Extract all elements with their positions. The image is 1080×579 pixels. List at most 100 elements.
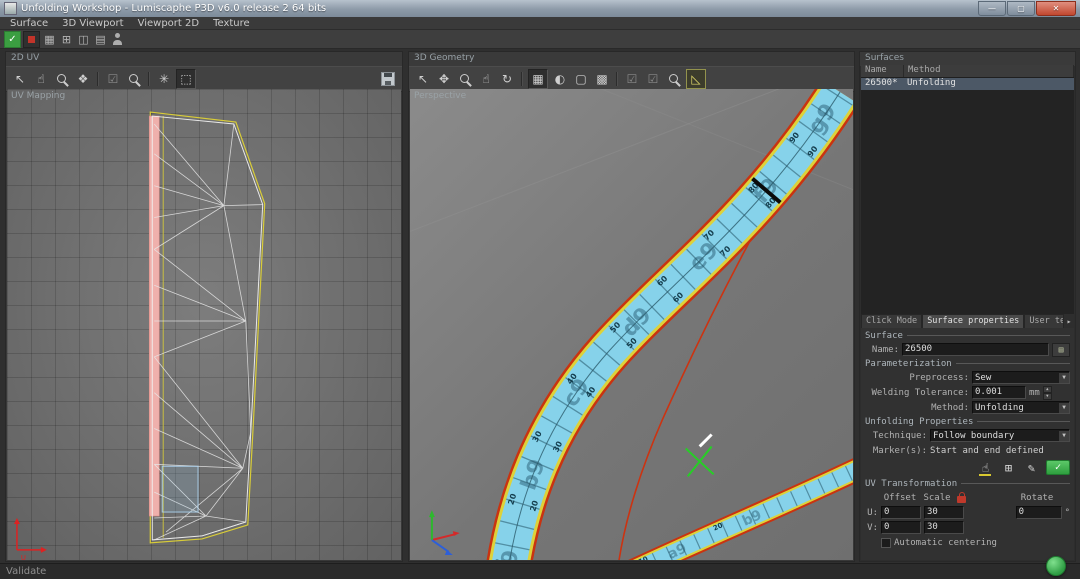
chevron-down-icon: ▼ [1059, 373, 1069, 383]
user-icon[interactable] [110, 32, 125, 47]
minimize-button[interactable]: — [978, 1, 1006, 16]
markers-confirm-button[interactable]: ✓ [1046, 460, 1070, 475]
markers-label: Marker(s): [865, 446, 927, 456]
rotate-header: Rotate [1013, 493, 1061, 503]
marker-points-icon[interactable]: ⊞ [1000, 460, 1017, 476]
texture-picker-button[interactable]: ▤ [1052, 343, 1070, 357]
menubar: Surface 3D Viewport Viewport 2D Texture [0, 17, 1080, 30]
uvt-header-row: Offset Scale Rotate [861, 490, 1074, 505]
show-texture-toggle-icon[interactable]: ☑ [104, 70, 122, 88]
spin-down-icon[interactable]: ▼ [1043, 393, 1052, 400]
textured-shading-icon[interactable]: ▦ [528, 69, 548, 89]
zoom-region-icon[interactable] [665, 70, 683, 88]
geometry-canvas: a9 b9 10 20 a9 b9 c9 d9 e9 f9 g9 10 20 3… [410, 89, 853, 560]
scale-header: Scale [922, 493, 952, 503]
menu-texture[interactable]: Texture [206, 17, 257, 29]
technique-dropdown[interactable]: Follow boundary ▼ [930, 429, 1070, 442]
welding-tolerance-field[interactable] [972, 386, 1026, 399]
panel-2d-uv-title: 2D UV [6, 52, 402, 66]
method-dropdown[interactable]: Unfolding ▼ [972, 401, 1070, 414]
translate-tool-icon[interactable]: ✥ [435, 70, 453, 88]
name-row: Name: ▤ [861, 342, 1074, 357]
notification-icon[interactable] [1046, 556, 1066, 576]
group-parameterization: Parameterization [861, 357, 1074, 370]
menu-3d-viewport[interactable]: 3D Viewport [55, 17, 130, 29]
surface-name-cell: 26500* [861, 78, 903, 90]
link-view-icon[interactable]: ❖ [74, 70, 92, 88]
snap-snowflake-icon[interactable]: ✳ [155, 70, 173, 88]
menu-surface[interactable]: Surface [3, 17, 55, 29]
auto-centering-row: Automatic centering [861, 535, 1074, 550]
scale-lock-icon[interactable] [957, 496, 966, 503]
validate-check-icon[interactable]: ✓ [4, 31, 21, 48]
welding-label: Welding Tolerance: [865, 388, 969, 398]
validate-action[interactable]: Validate [6, 566, 46, 577]
surfaces-table: Name Method 26500* Unfolding [861, 65, 1074, 314]
properties-tabbar: Click Mode Surface properties User text … [861, 314, 1074, 329]
split-rows-icon[interactable]: ▤ [93, 32, 108, 47]
select-tool-icon[interactable]: ↖ [11, 70, 29, 88]
save-uv-button[interactable] [379, 70, 397, 88]
preprocess-dropdown[interactable]: Sew ▼ [972, 371, 1070, 384]
red-square-icon [28, 36, 35, 43]
u-offset-field[interactable] [881, 506, 921, 519]
tab-surface-properties[interactable]: Surface properties [922, 314, 1024, 328]
uv-viewport[interactable]: UV Mapping U [7, 89, 401, 560]
zoom-tool-icon[interactable] [456, 70, 474, 88]
checker-toggle-icon[interactable]: ☑ [644, 70, 662, 88]
welding-row: Welding Tolerance: mm ▲▼ [861, 385, 1074, 400]
markers-status: Start and end defined [930, 446, 1044, 456]
close-button[interactable]: ✕ [1036, 1, 1076, 16]
toolbar-separator [97, 72, 99, 86]
v-scale-field[interactable] [924, 521, 964, 534]
app-icon [4, 2, 17, 15]
perspective-viewport[interactable]: Perspective a9 b9 10 20 a9 b9 c9 d9 e9 [410, 89, 853, 560]
toolbar-separator [616, 72, 618, 86]
name-field[interactable] [902, 343, 1049, 356]
disk-icon [381, 72, 395, 86]
end-marker-gizmo[interactable] [686, 435, 714, 477]
panel-3d-geometry: 3D Geometry ↖ ✥ ☝ ↻ ▦ ◐ ▢ ▩ ☑ ☑ ◺ Perspe… [408, 51, 855, 562]
column-header-name[interactable]: Name [861, 65, 904, 77]
unfold-marker-tool-icon[interactable]: ◺ [686, 69, 706, 89]
add-grid-icon[interactable]: ⊞ [59, 32, 74, 47]
wireframe-cube-icon[interactable]: ▩ [593, 70, 611, 88]
select-tool-icon[interactable]: ↖ [414, 70, 432, 88]
marker-pen-icon[interactable]: ✎ [1023, 460, 1040, 476]
zoom-settings-icon[interactable] [125, 70, 143, 88]
u-row: U: ° [861, 505, 1074, 520]
stop-record-icon[interactable] [23, 31, 40, 48]
zoom-tool-icon[interactable] [53, 70, 71, 88]
pan-hand-tool-icon[interactable]: ☝ [32, 70, 50, 88]
group-unfolding-properties: Unfolding Properties [861, 415, 1074, 428]
tab-click-mode[interactable]: Click Mode [861, 314, 922, 328]
u-scale-field[interactable] [924, 506, 964, 519]
v-offset-field[interactable] [881, 521, 921, 534]
uv-axis-gizmo: U [14, 518, 47, 560]
orbit-tool-icon[interactable]: ↻ [498, 70, 516, 88]
smooth-shading-icon[interactable]: ◐ [551, 70, 569, 88]
welding-spinner[interactable]: ▲▼ [1043, 386, 1052, 400]
bottom-tape-letters: a9 b9 [665, 507, 764, 560]
spin-up-icon[interactable]: ▲ [1043, 386, 1052, 393]
maximize-button[interactable]: ▢ [1007, 1, 1035, 16]
magnifier-icon [668, 73, 681, 86]
menu-viewport-2d[interactable]: Viewport 2D [131, 17, 206, 29]
select-surface-toggle-icon[interactable]: ☑ [623, 70, 641, 88]
rotate-field[interactable] [1016, 506, 1062, 519]
grid-view-icon[interactable]: ▦ [42, 32, 57, 47]
degree-sign: ° [1065, 508, 1070, 518]
split-columns-icon[interactable]: ◫ [76, 32, 91, 47]
column-header-method[interactable]: Method [904, 65, 1074, 77]
tab-scroll-right-icon[interactable]: ▸ [1064, 314, 1074, 328]
offset-header: Offset [881, 493, 919, 503]
pan-hand-tool-icon[interactable]: ☝ [477, 70, 495, 88]
marker-pick-hand-icon[interactable]: ☝ [977, 460, 994, 476]
marquee-select-icon[interactable]: ⬚ [176, 69, 196, 89]
table-row[interactable]: 26500* Unfolding [861, 78, 1074, 90]
auto-centering-checkbox[interactable] [881, 538, 891, 548]
uv-selection-rect [162, 466, 198, 512]
panel-3d-title: 3D Geometry [409, 52, 854, 66]
tab-user-text[interactable]: User text [1024, 314, 1064, 328]
flat-shading-icon[interactable]: ▢ [572, 70, 590, 88]
